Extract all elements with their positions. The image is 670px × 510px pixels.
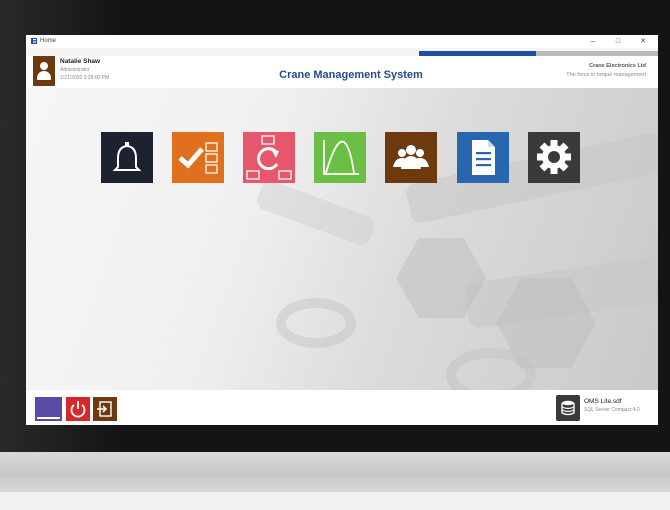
- user-avatar-icon: [33, 56, 55, 86]
- window-titlebar: Home – □ ✕: [26, 35, 658, 48]
- header: Natalie Shaw Administrator 1/21/2020 3:2…: [26, 56, 658, 88]
- cycle-tile-button[interactable]: [243, 132, 295, 183]
- company-name: Crane Electronics Ltd: [589, 63, 646, 69]
- document-icon: [457, 132, 509, 183]
- checklist-icon: [172, 132, 224, 183]
- login-datetime: 1/21/2020 3:28:00 PM: [60, 75, 110, 81]
- close-window-button[interactable]: ✕: [636, 37, 650, 46]
- database-type: SQL Server Compact 4.0: [584, 407, 640, 413]
- database-name: OMS Lite.sdf: [584, 398, 622, 405]
- checklist-tile-button[interactable]: [172, 132, 224, 183]
- bell-tile-button[interactable]: [101, 132, 153, 183]
- app-window: Home – □ ✕ Natalie Shaw Administrator 1/…: [26, 35, 658, 425]
- maximize-window-button[interactable]: □: [611, 37, 625, 46]
- bolt-image: [254, 178, 378, 248]
- settings-tile-button[interactable]: [528, 132, 580, 183]
- gear-icon: [528, 132, 580, 183]
- curve-graph-icon: [314, 132, 366, 183]
- user-name: Natalie Shaw: [60, 58, 101, 65]
- washer-image: [276, 298, 356, 348]
- database-icon: [556, 395, 580, 421]
- logout-button[interactable]: [93, 397, 117, 421]
- minimize-window-button[interactable]: –: [586, 37, 600, 46]
- page-title: Crane Management System: [279, 69, 423, 81]
- user-role: Administrator: [60, 67, 90, 73]
- users-group-icon: [385, 132, 437, 183]
- minimize-bar-icon: [35, 397, 62, 421]
- footer: OMS Lite.sdf SQL Server Compact 4.0: [26, 390, 658, 425]
- window-title: Home: [40, 38, 57, 44]
- company-tagline: The force in torque management: [566, 72, 646, 78]
- logout-icon: [93, 397, 117, 421]
- report-tile-button[interactable]: [457, 132, 509, 183]
- graph-tile-button[interactable]: [314, 132, 366, 183]
- minimize-app-button[interactable]: [35, 397, 62, 421]
- refresh-cycle-icon: [243, 132, 295, 183]
- bell-icon: [101, 132, 153, 183]
- monitor-base: [0, 492, 670, 510]
- power-icon: [66, 397, 90, 421]
- power-off-button[interactable]: [66, 397, 90, 421]
- app-logo-icon: [31, 38, 37, 44]
- users-tile-button[interactable]: [385, 132, 437, 183]
